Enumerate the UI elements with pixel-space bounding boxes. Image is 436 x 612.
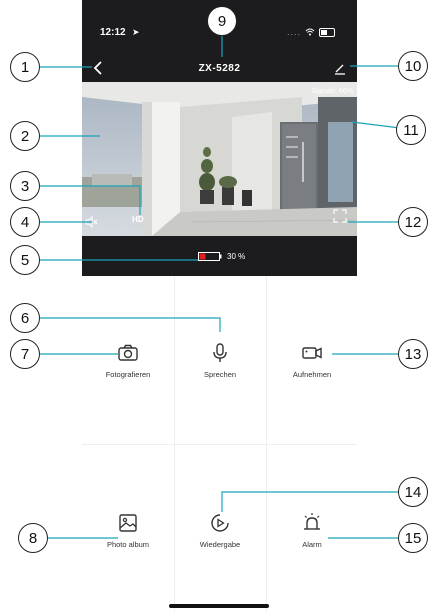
callout-marker: 5 [10, 245, 40, 275]
callout-marker: 9 [207, 6, 237, 36]
callout-marker: 12 [398, 207, 428, 237]
callout-marker: 6 [10, 303, 40, 333]
callout-marker: 14 [398, 477, 428, 507]
callout-marker: 2 [10, 121, 40, 151]
callout-marker: 10 [398, 51, 428, 81]
callout-marker: 1 [10, 52, 40, 82]
callout-marker: 11 [396, 115, 426, 145]
callout-marker: 4 [10, 207, 40, 237]
callout-marker: 13 [398, 339, 428, 369]
callout-lines [38, 34, 402, 539]
callout-marker: 7 [10, 339, 40, 369]
callout-marker: 3 [10, 171, 40, 201]
callout-marker: 8 [18, 523, 48, 553]
callout-marker: 15 [398, 523, 428, 553]
